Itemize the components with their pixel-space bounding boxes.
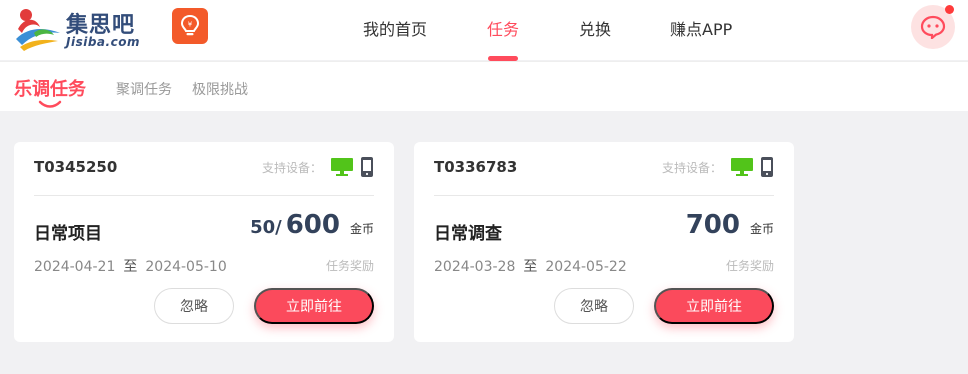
tab-challenge[interactable]: 极限挑战: [192, 79, 248, 99]
task-card: T0345250 支持设备： 日常项目 50/ 600 金币 2024-04-2…: [14, 142, 394, 342]
desktop-monitor-icon: [731, 158, 753, 176]
top-header: 集思吧 Jisiba.com ¥ 我的首页 任务 兑换 赚点APP: [0, 0, 968, 61]
date-separator: 至: [123, 259, 138, 275]
sub-nav: 乐调任务 聚调任务 极限挑战: [0, 61, 968, 111]
task-dates: 2024-04-21 至 2024-05-10: [34, 256, 227, 276]
logo-domain-text: Jisiba.com: [66, 35, 140, 49]
lightbulb-coin-icon: ¥: [180, 14, 200, 36]
card-divider: [434, 195, 774, 196]
app-download-badge[interactable]: ¥: [172, 8, 208, 44]
chat-bubble-icon: [920, 15, 946, 39]
tab-juzhao[interactable]: 聚调任务: [116, 79, 172, 99]
start-date: 2024-03-28: [434, 259, 516, 275]
start-date: 2024-04-21: [34, 259, 116, 275]
end-date: 2024-05-22: [545, 259, 627, 275]
notification-dot: [945, 5, 954, 14]
task-card: T0336783 支持设备： 日常调查 700 金币 2024-03-28 至 20…: [414, 142, 794, 342]
task-code: T0336783: [434, 158, 518, 176]
reward-amount: 700: [685, 210, 740, 240]
message-button[interactable]: [911, 5, 955, 49]
devices-label: 支持设备：: [261, 160, 322, 175]
card-divider: [34, 195, 374, 196]
mobile-phone-icon: [761, 157, 773, 177]
supported-devices: 支持设备：: [262, 156, 374, 178]
task-reward: 700 金币: [682, 210, 774, 240]
go-now-button[interactable]: 立即前往: [254, 288, 374, 324]
task-dates: 2024-03-28 至 2024-05-22: [434, 256, 627, 276]
nav-home[interactable]: 我的首页: [363, 16, 427, 40]
supported-devices: 支持设备：: [662, 156, 774, 178]
site-logo[interactable]: 集思吧 Jisiba.com: [14, 7, 146, 53]
reward-label: 任务奖励: [325, 259, 374, 273]
reward-unit: 金币: [749, 222, 774, 236]
go-now-button[interactable]: 立即前往: [654, 288, 774, 324]
desktop-monitor-icon: [331, 158, 353, 176]
smile-underline-icon: [38, 100, 62, 108]
task-name: 日常调查: [434, 224, 502, 244]
reward-unit: 金币: [349, 222, 374, 236]
mobile-phone-icon: [361, 157, 373, 177]
task-reward: 50/ 600 金币: [250, 210, 374, 240]
reward-label: 任务奖励: [725, 259, 774, 273]
nav-tasks[interactable]: 任务: [487, 16, 519, 40]
reward-prefix: 50/: [250, 217, 282, 238]
ignore-button[interactable]: 忽略: [554, 288, 634, 324]
end-date: 2024-05-10: [145, 259, 227, 275]
jisiba-logo-icon: [16, 9, 60, 51]
nav-exchange[interactable]: 兑换: [579, 16, 611, 40]
date-separator: 至: [523, 259, 538, 275]
task-code: T0345250: [34, 158, 118, 176]
ignore-button[interactable]: 忽略: [154, 288, 234, 324]
reward-amount: 600: [285, 210, 340, 240]
svg-text:¥: ¥: [188, 21, 193, 29]
nav-app[interactable]: 赚点APP: [670, 16, 732, 40]
subnav-title[interactable]: 乐调任务: [14, 75, 86, 101]
task-name: 日常项目: [34, 224, 102, 244]
devices-label: 支持设备：: [661, 160, 722, 175]
